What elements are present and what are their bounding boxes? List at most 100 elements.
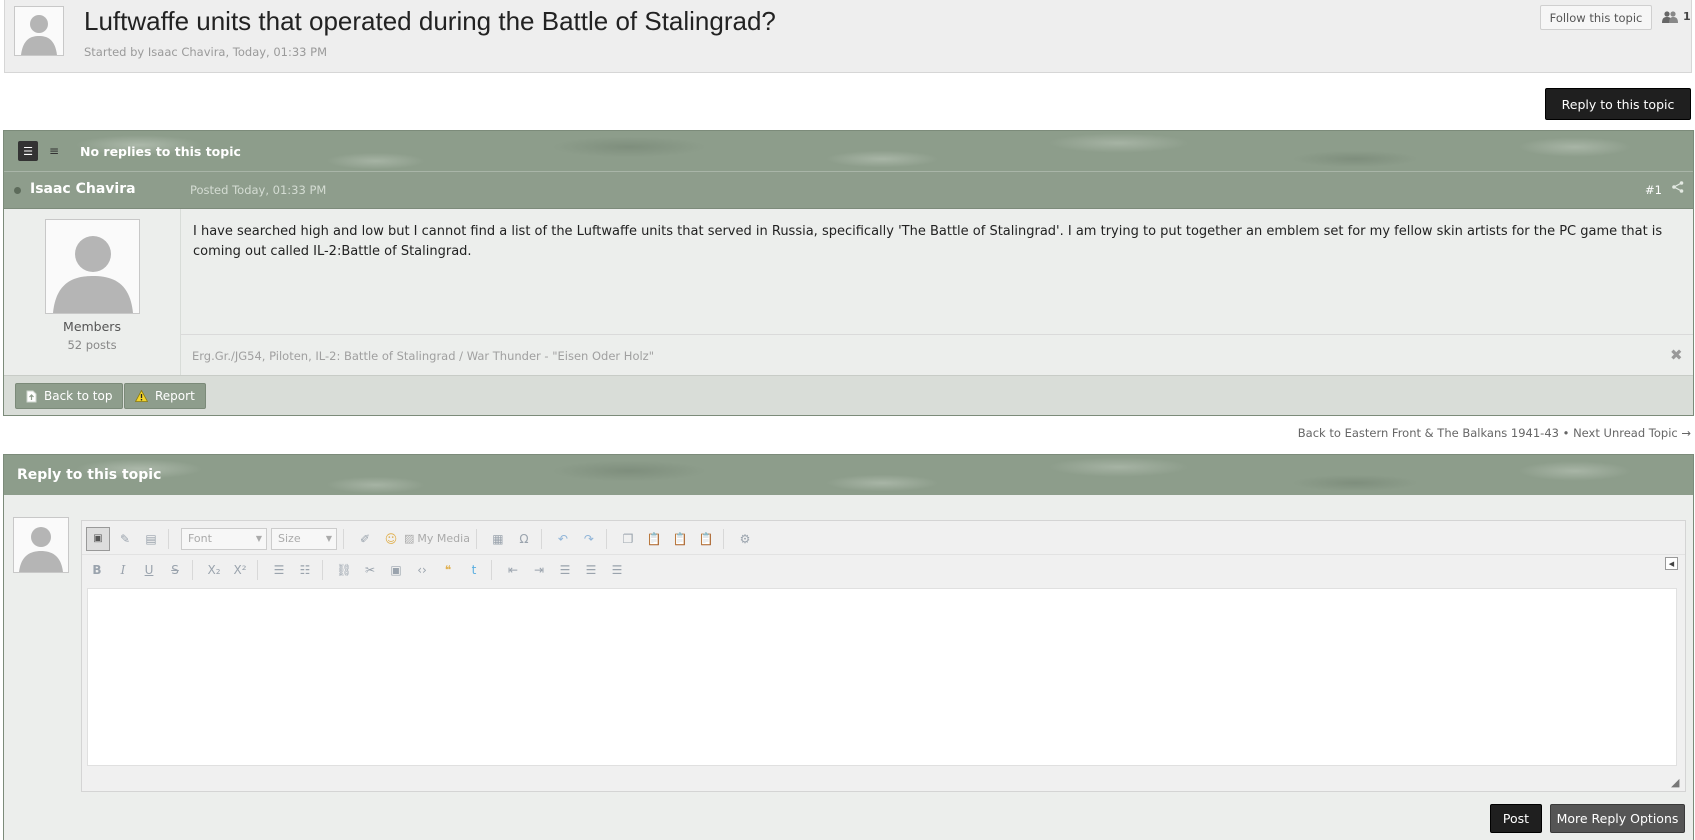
reply-header: Reply to this topic — [4, 455, 1693, 495]
toolbar-divider — [168, 528, 169, 549]
compact-view-icon[interactable]: ≡ — [44, 141, 64, 161]
reply-to-topic-button[interactable]: Reply to this topic — [1545, 88, 1691, 120]
toolbar-divider — [322, 560, 323, 580]
topic-meta: Started by Isaac Chavira, Today, 01:33 P… — [84, 45, 328, 59]
paste-icon[interactable]: 📋 — [643, 528, 665, 550]
superscript-icon[interactable]: X² — [229, 559, 251, 581]
redo-icon[interactable]: ↷ — [578, 528, 600, 550]
post-number-link[interactable]: #1 — [1645, 183, 1662, 197]
topic-starter-avatar[interactable] — [14, 6, 64, 56]
resize-handle-icon[interactable]: ◢ — [1671, 776, 1679, 789]
post-author-avatar[interactable] — [45, 219, 140, 314]
paste-text-icon[interactable]: 📋 — [669, 528, 691, 550]
emoticon-icon[interactable]: ☺ — [380, 528, 402, 550]
topic-navigation: Back to Eastern Front & The Balkans 1941… — [300, 426, 1691, 440]
share-icon[interactable] — [1672, 181, 1684, 197]
post-date: Posted Today, 01:33 PM — [190, 183, 327, 197]
follower-count: 1 — [1683, 10, 1691, 23]
indent-icon[interactable]: ⇥ — [528, 559, 550, 581]
post-content: I have searched high and low but I canno… — [193, 224, 1663, 259]
toolbar-divider — [540, 528, 542, 549]
thread-bar: ☰ ≡ No replies to this topic — [4, 131, 1693, 171]
align-left-icon[interactable]: ☰ — [554, 559, 576, 581]
bold-icon[interactable]: B — [86, 559, 108, 581]
back-to-forum-link[interactable]: Back to Eastern Front & The Balkans 1941… — [1298, 426, 1559, 440]
current-user-avatar — [13, 517, 69, 573]
align-right-icon[interactable]: ☰ — [606, 559, 628, 581]
align-center-icon[interactable]: ☰ — [580, 559, 602, 581]
chevron-down-icon: ▼ — [255, 534, 262, 543]
paste-plain-icon[interactable]: ▤ — [140, 528, 162, 550]
special-char-icon[interactable]: Ω — [513, 528, 535, 550]
numbered-list-icon[interactable]: ☷ — [294, 559, 316, 581]
default-avatar-icon — [21, 15, 57, 55]
warning-icon — [135, 390, 148, 402]
default-avatar-icon — [19, 527, 63, 572]
toolbar-divider — [605, 528, 607, 549]
font-select[interactable]: Font ▼ — [181, 527, 267, 550]
page-title: Luftwaffe units that operated during the… — [84, 6, 776, 36]
outdent-icon[interactable]: ⇤ — [502, 559, 524, 581]
post-author-info: Members 52 posts — [4, 209, 181, 375]
paste-word-icon[interactable]: 📋 — [695, 528, 717, 550]
standard-view-icon[interactable]: ☰ — [18, 141, 38, 161]
size-select[interactable]: Size ▼ — [271, 527, 337, 550]
hide-signature-icon[interactable]: ✖ — [1670, 346, 1683, 364]
spellcheck-icon[interactable]: ⚙ — [734, 528, 756, 550]
remove-format-icon[interactable]: ✎ — [114, 528, 136, 550]
media-icon: ▨ — [404, 532, 415, 545]
twitter-icon[interactable]: t — [463, 559, 485, 581]
replies-status: No replies to this topic — [80, 144, 241, 159]
toolbar-divider — [343, 528, 344, 549]
underline-icon[interactable]: U — [138, 559, 160, 581]
image-icon[interactable]: ▣ — [385, 559, 407, 581]
editor-toolbar-bottom: B I U S X₂ X² ☰ ☷ ⛓ ✂ ▣ ‹› ❝ t ⇤ ⇥ ☰ ☰ ☰ — [82, 554, 1685, 585]
post-author-bar: Isaac Chavira Posted Today, 01:33 PM #1 — [4, 171, 1693, 209]
my-media-label: My Media — [417, 532, 470, 545]
undo-icon[interactable]: ↶ — [552, 528, 574, 550]
report-label: Report — [155, 389, 195, 403]
users-icon — [1662, 10, 1678, 23]
signature-area: Erg.Gr./JG54, Piloten, IL-2: Battle of S… — [180, 334, 1693, 376]
follow-topic-button[interactable]: Follow this topic — [1540, 5, 1652, 30]
table-icon[interactable]: ▦ — [487, 528, 509, 550]
quote-icon[interactable]: ❝ — [437, 559, 459, 581]
signature-text: Erg.Gr./JG54, Piloten, IL-2: Battle of S… — [192, 349, 655, 363]
copy-icon[interactable]: ❐ — [617, 528, 639, 550]
reply-container: Reply to this topic ▣ ✎ ▤ Font ▼ Size ▼ ✐ … — [3, 454, 1694, 840]
member-group: Members — [63, 319, 121, 334]
toolbar-divider — [722, 528, 724, 549]
post-button[interactable]: Post — [1490, 804, 1542, 833]
font-select-label: Font — [188, 532, 212, 545]
next-unread-topic-link[interactable]: Next Unread Topic → — [1573, 426, 1691, 440]
member-post-count: 52 posts — [67, 338, 117, 352]
toolbar-divider — [257, 560, 258, 580]
source-mode-icon[interactable]: ▣ — [86, 526, 110, 551]
toolbar-divider — [192, 560, 193, 580]
my-media-button[interactable]: ▨ My Media — [404, 532, 470, 545]
report-button[interactable]: Report — [124, 383, 206, 409]
page-icon — [26, 390, 37, 402]
unlink-icon[interactable]: ✂ — [359, 559, 381, 581]
more-reply-options-button[interactable]: More Reply Options — [1550, 804, 1685, 833]
strikethrough-icon[interactable]: S — [164, 559, 186, 581]
post-author-name[interactable]: Isaac Chavira — [30, 181, 136, 197]
bulleted-list-icon[interactable]: ☰ — [268, 559, 290, 581]
reply-text-area[interactable] — [87, 588, 1677, 766]
toolbar-divider — [475, 528, 477, 549]
text-color-icon[interactable]: ✐ — [354, 528, 376, 550]
size-select-label: Size — [278, 532, 301, 545]
followers-indicator[interactable]: 1 — [1662, 10, 1691, 23]
editor-toolbar-top: ▣ ✎ ▤ Font ▼ Size ▼ ✐ ☺ ▨ My Media ▦ Ω ↶ ↷ … — [82, 523, 1685, 554]
default-avatar-icon — [53, 236, 133, 313]
code-icon[interactable]: ‹› — [411, 559, 433, 581]
back-to-top-label: Back to top — [44, 389, 113, 403]
post-controls: Back to top Report — [4, 375, 1693, 415]
topic-header: Luftwaffe units that operated during the… — [4, 0, 1692, 73]
chevron-down-icon: ▼ — [325, 534, 332, 543]
nav-separator: • — [1562, 426, 1570, 440]
link-icon[interactable]: ⛓ — [333, 559, 355, 581]
subscript-icon[interactable]: X₂ — [203, 559, 225, 581]
italic-icon[interactable]: I — [112, 559, 134, 581]
back-to-top-button[interactable]: Back to top — [15, 383, 124, 409]
